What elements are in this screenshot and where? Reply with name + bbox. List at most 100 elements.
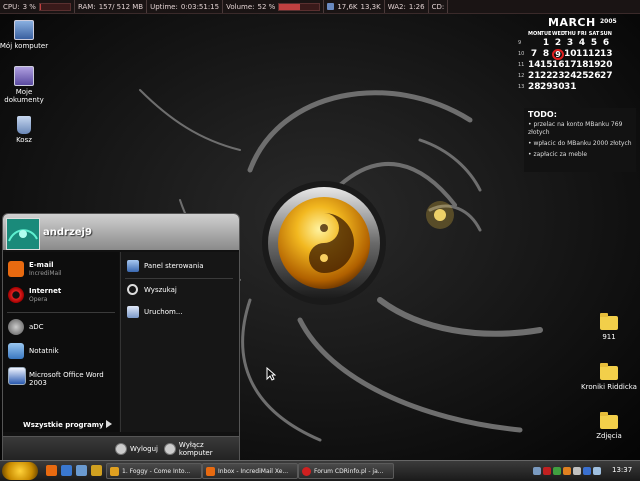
net-up-value: 13,3K [360, 2, 381, 11]
calendar-weekday: TUE [540, 31, 552, 37]
desktop-icon-kroniki-riddicka[interactable]: Kroniki Riddicka [581, 363, 637, 391]
calendar-day[interactable]: 17 [564, 60, 577, 71]
calendar-day[interactable]: 14 [528, 60, 541, 71]
email-icon [206, 466, 215, 476]
folder-icon [600, 412, 618, 429]
wa2-time: 1:26 [408, 2, 425, 11]
tray-network-icon[interactable] [533, 467, 541, 475]
calendar-day[interactable]: 24 [564, 71, 577, 82]
cd-control[interactable]: CD: [429, 0, 449, 13]
start-button[interactable] [2, 462, 38, 480]
tray-update-icon[interactable] [583, 467, 591, 475]
logoff-button[interactable]: Wyloguj [115, 442, 158, 456]
todo-item: • przelac na konto MBanku 769 złotych [528, 121, 623, 136]
tray-volume-icon[interactable] [573, 467, 581, 475]
start-menu-programs: E-mail IncrediMail Internet Opera aDC No… [3, 252, 119, 432]
calendar-day[interactable]: 29 [540, 82, 553, 93]
calendar-day[interactable]: 25 [576, 71, 589, 82]
calendar-day[interactable]: 1 [540, 38, 552, 49]
calendar-day[interactable]: 28 [528, 82, 541, 93]
word-icon [8, 367, 26, 385]
calendar-day[interactable]: 11 [576, 49, 589, 60]
calendar-day[interactable]: 18 [576, 60, 589, 71]
calendar-week-row: 7 8 9 10 11 12 13 [528, 49, 613, 60]
calendar-week-row: 123456 [528, 38, 612, 49]
tray-antivirus-icon[interactable] [543, 467, 551, 475]
calendar-widget: MARCH 2005 MON TUE WED THU FRI SAT SUN 9 10 11 12… [518, 14, 636, 100]
calendar-day[interactable]: 16 [552, 60, 565, 71]
calendar-week-number: 11 [518, 62, 525, 68]
net-down-value: 17,6K [337, 2, 358, 11]
uptime-value: 0:03:51:15 [180, 2, 220, 11]
user-avatar[interactable] [6, 218, 40, 250]
shutdown-button[interactable]: Wyłącz komputer [164, 441, 239, 457]
calendar-day[interactable]: 20 [600, 60, 613, 71]
all-programs-button[interactable]: Wszystkie programy [23, 421, 104, 429]
calendar-day[interactable]: 3 [564, 38, 576, 49]
desktop-icon-my-computer[interactable]: Mój komputer [0, 20, 52, 50]
calendar-day[interactable]: 13 [600, 49, 613, 60]
calendar-weekday: SUN [600, 31, 612, 37]
cpu-monitor: CPU: 3 % [0, 0, 75, 13]
tray-mail-icon[interactable] [563, 467, 571, 475]
calendar-day[interactable]: 30 [552, 82, 565, 93]
start-item-control-panel[interactable]: Panel sterowania [121, 258, 239, 276]
desktop-icon-zdjecia[interactable]: Zdjęcia [581, 412, 637, 440]
all-programs-arrow-icon [106, 420, 112, 428]
calendar-day[interactable]: 10 [564, 49, 577, 60]
calendar-day[interactable]: 27 [600, 71, 613, 82]
tray-display-icon[interactable] [593, 467, 601, 475]
desktop-icon-911[interactable]: 911 [581, 313, 637, 341]
network-icon [327, 3, 335, 10]
calendar-day[interactable]: 19 [588, 60, 601, 71]
recycle-bin-icon [17, 116, 31, 134]
volume-value: 52 % [257, 2, 276, 11]
logoff-icon [115, 443, 127, 455]
taskbar-button-opera[interactable]: Forum CDRinfo.pl - ja... [298, 463, 394, 479]
start-item-adc[interactable]: aDC [3, 316, 119, 340]
calendar-day[interactable]: 23 [552, 71, 565, 82]
calendar-day[interactable]: 5 [588, 38, 600, 49]
quicklaunch-desktop-icon[interactable] [76, 465, 87, 476]
start-item-email[interactable]: E-mail IncrediMail [3, 258, 119, 282]
calendar-day[interactable]: 8 [540, 49, 552, 60]
calendar-day [588, 82, 600, 93]
calendar-day[interactable]: 12 [588, 49, 601, 60]
calendar-day[interactable]: 22 [540, 71, 553, 82]
calendar-weekday-header: MON TUE WED THU FRI SAT SUN [528, 31, 612, 37]
calendar-day[interactable]: 4 [576, 38, 588, 49]
start-item-search[interactable]: Wyszukaj [121, 282, 239, 300]
calendar-day[interactable]: 7 [528, 49, 540, 60]
start-item-run[interactable]: Uruchom... [121, 304, 239, 322]
calendar-day[interactable]: 2 [552, 38, 564, 49]
calendar-day[interactable]: 21 [528, 71, 541, 82]
calendar-day-today[interactable]: 9 [552, 49, 564, 60]
volume-slider[interactable] [278, 2, 321, 11]
run-icon [127, 306, 139, 318]
calendar-day[interactable]: 15 [540, 60, 553, 71]
quicklaunch-winamp-icon[interactable] [91, 465, 102, 476]
winamp-control[interactable]: WA2: 1:26 [385, 0, 429, 13]
my-computer-icon [14, 20, 34, 40]
start-item-notepad[interactable]: Notatnik [3, 340, 119, 364]
taskbar-clock[interactable]: 13:37 [612, 466, 632, 474]
opera-icon [302, 466, 311, 476]
calendar-day[interactable]: 31 [564, 82, 577, 93]
ram-monitor: RAM: 157/ 512 MB [75, 0, 148, 13]
my-documents-icon [14, 66, 34, 86]
start-menu-footer: Wyloguj Wyłącz komputer [3, 436, 239, 460]
quicklaunch-firefox-icon[interactable] [46, 465, 57, 476]
taskbar-button-winamp[interactable]: 1. Foggy - Come Into... [106, 463, 202, 479]
taskbar-button-incredimail[interactable]: Inbox - IncrediMail Xe... [202, 463, 298, 479]
calendar-day[interactable]: 26 [588, 71, 601, 82]
adc-icon [8, 319, 24, 335]
tray-messenger-icon[interactable] [553, 467, 561, 475]
start-item-word[interactable]: Microsoft Office Word 2003 [3, 364, 119, 388]
volume-control[interactable]: Volume: 52 % [223, 0, 325, 13]
desktop-icon-recycle-bin[interactable]: Kosz [0, 116, 52, 144]
quicklaunch-ie-icon[interactable] [61, 465, 72, 476]
desktop-icon-my-documents[interactable]: Moje dokumenty [0, 66, 52, 104]
calendar-day[interactable]: 6 [600, 38, 612, 49]
start-item-internet[interactable]: Internet Opera [3, 284, 119, 308]
start-menu-system: Panel sterowania Wyszukaj Uruchom... [120, 252, 239, 432]
